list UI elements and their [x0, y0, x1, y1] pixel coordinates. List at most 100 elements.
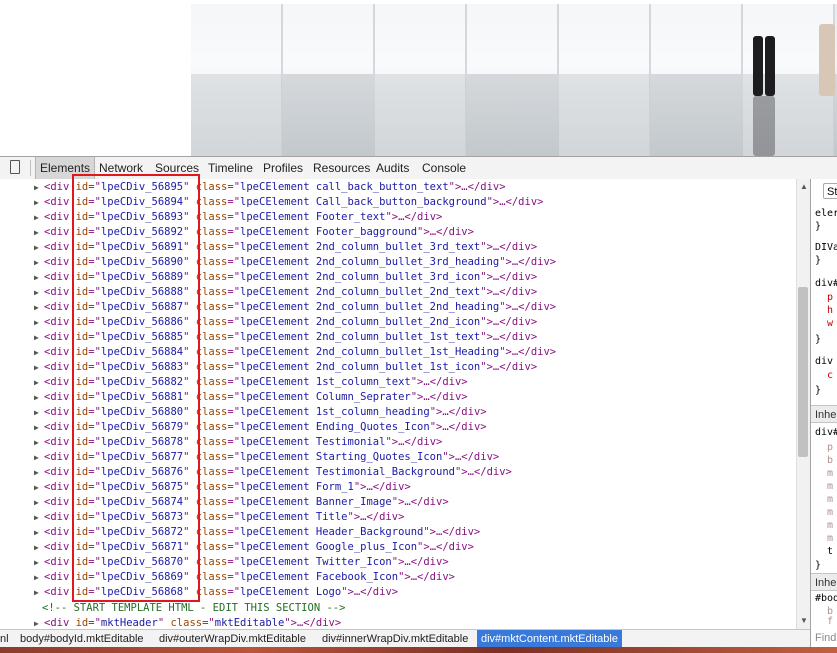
style-line: eler	[815, 208, 837, 219]
hero-person	[819, 24, 835, 96]
tree-row-code: <div id="lpeCDiv_56884" class="lpeCEleme…	[44, 346, 557, 358]
tree-scrollbar-thumb[interactable]	[798, 287, 808, 457]
expand-triangle-icon[interactable]: ▶	[34, 210, 39, 225]
element-class: lpeCElement 2nd_column_bullet_1st_text	[240, 331, 481, 343]
expand-triangle-icon[interactable]: ▶	[34, 375, 39, 390]
expand-triangle-icon[interactable]: ▶	[34, 585, 39, 600]
desktop-taskbar	[0, 647, 837, 653]
element-id: lpeCDiv_56884	[100, 346, 184, 358]
expand-triangle-icon[interactable]: ▶	[34, 255, 39, 270]
element-class: lpeCElement 2nd_column_bullet_3rd_headin…	[240, 256, 500, 268]
mktheader-id: mktHeader	[100, 617, 158, 629]
tree-row-code: <div id="lpeCDiv_56881" class="lpeCEleme…	[44, 391, 468, 403]
style-line: }	[815, 334, 822, 345]
expand-triangle-icon[interactable]: ▶	[34, 270, 39, 285]
styles-tab[interactable]: St	[823, 183, 837, 199]
expand-triangle-icon[interactable]: ▶	[34, 435, 39, 450]
expand-triangle-icon[interactable]: ▶	[34, 240, 39, 255]
element-class: lpeCElement 1st_column_heading	[240, 406, 430, 418]
expand-triangle-icon[interactable]: ▶	[34, 540, 39, 555]
breadcrumb-item[interactable]: div#outerWrapDiv.mktEditable	[155, 630, 310, 648]
style-line: p	[827, 292, 834, 303]
expand-triangle-icon[interactable]: ▶	[34, 315, 39, 330]
expand-triangle-icon[interactable]: ▶	[34, 285, 39, 300]
element-id: lpeCDiv_56868	[100, 586, 184, 598]
element-id: lpeCDiv_56891	[100, 241, 184, 253]
element-class: lpeCElement Logo	[240, 586, 342, 598]
expand-triangle-icon[interactable]: ▶	[34, 525, 39, 540]
tab-sources[interactable]: Sources	[151, 157, 203, 179]
expand-triangle-icon[interactable]: ▶	[34, 420, 39, 435]
tab-elements[interactable]: Elements	[35, 157, 96, 179]
elements-tree[interactable]: ▶ <div id="lpeCDiv_56895" class="lpeCElem…	[0, 179, 810, 629]
expand-triangle-icon[interactable]: ▶	[34, 405, 39, 420]
expand-triangle-icon[interactable]: ▶	[34, 555, 39, 570]
expand-triangle-icon[interactable]: ▶	[34, 616, 39, 629]
element-class: lpeCElement Starting_Quotes_Icon	[240, 451, 443, 463]
element-id: lpeCDiv_56889	[100, 271, 184, 283]
expand-triangle-icon[interactable]: ▶	[34, 225, 39, 240]
element-class: lpeCElement 2nd_column_bullet_1st_Headin…	[240, 346, 500, 358]
expand-triangle-icon[interactable]: ▶	[34, 180, 39, 195]
style-line: m	[827, 507, 834, 518]
breadcrumb-item-active[interactable]: div#mktContent.mktEditable	[477, 630, 622, 648]
expand-triangle-icon[interactable]: ▶	[34, 345, 39, 360]
template-comment: <!-- START TEMPLATE HTML - EDIT THIS SEC…	[42, 602, 346, 614]
expand-triangle-icon[interactable]: ▶	[34, 480, 39, 495]
tab-network[interactable]: Network	[95, 157, 147, 179]
tab-audits[interactable]: Audits	[372, 157, 413, 179]
element-class: lpeCElement Form_1	[240, 481, 354, 493]
element-class: lpeCElement 2nd_column_bullet_3rd_icon	[240, 271, 481, 283]
hero-window	[651, 4, 743, 74]
breadcrumb-item[interactable]: body#bodyId.mktEditable	[16, 630, 148, 648]
expand-triangle-icon[interactable]: ▶	[34, 390, 39, 405]
hero-person-reflection	[753, 96, 775, 156]
element-id: lpeCDiv_56870	[100, 556, 184, 568]
hero-window	[283, 4, 375, 74]
expand-triangle-icon[interactable]: ▶	[34, 330, 39, 345]
style-line: DIVa	[815, 242, 837, 253]
hero-window	[559, 4, 651, 74]
element-class: lpeCElement 2nd_column_bullet_1st_icon	[240, 361, 481, 373]
expand-triangle-icon[interactable]: ▶	[34, 195, 39, 210]
breadcrumb-item[interactable]: nl	[0, 630, 13, 648]
element-id: lpeCDiv_56872	[100, 526, 184, 538]
element-id: lpeCDiv_56874	[100, 496, 184, 508]
tab-profiles[interactable]: Profiles	[259, 157, 307, 179]
find-input[interactable]: Find	[810, 629, 837, 647]
expand-triangle-icon[interactable]: ▶	[34, 360, 39, 375]
expand-triangle-icon[interactable]: ▶	[34, 300, 39, 315]
hero-floor	[191, 74, 837, 156]
element-class: lpeCElement Twitter_Icon	[240, 556, 392, 568]
expand-triangle-icon[interactable]: ▶	[34, 495, 39, 510]
element-id: lpeCDiv_56892	[100, 226, 184, 238]
tab-timeline[interactable]: Timeline	[204, 157, 257, 179]
scroll-up-arrow-icon[interactable]: ▲	[800, 182, 808, 191]
hero-window	[191, 4, 283, 74]
element-class: lpeCElement Column_Seprater	[240, 391, 411, 403]
expand-triangle-icon[interactable]: ▶	[34, 465, 39, 480]
banner-image	[191, 4, 837, 156]
expand-triangle-icon[interactable]: ▶	[34, 510, 39, 525]
hero-person	[753, 36, 763, 96]
tree-row-code: <div id="lpeCDiv_56873" class="lpeCEleme…	[44, 511, 405, 523]
tree-row-code: <div id="lpeCDiv_56875" class="lpeCEleme…	[44, 481, 411, 493]
hero-person	[765, 36, 775, 96]
hero-reflection	[559, 74, 650, 156]
breadcrumb-item[interactable]: div#innerWrapDiv.mktEditable	[318, 630, 472, 648]
style-line: c	[827, 370, 834, 381]
element-class: lpeCElement Testimonial_Background	[240, 466, 455, 478]
element-id: lpeCDiv_56871	[100, 541, 184, 553]
tab-resources[interactable]: Resources	[309, 157, 374, 179]
tree-row-code: <div id="lpeCDiv_56894" class="lpeCEleme…	[44, 196, 544, 208]
scroll-down-arrow-icon[interactable]: ▼	[800, 616, 808, 625]
style-line: m	[827, 494, 834, 505]
expand-triangle-icon[interactable]: ▶	[34, 450, 39, 465]
expand-triangle-icon[interactable]: ▶	[34, 570, 39, 585]
page-viewport	[0, 0, 837, 156]
device-mode-icon[interactable]	[10, 160, 20, 174]
element-class: lpeCElement call_back_button_text	[240, 181, 449, 193]
element-id: lpeCDiv_56882	[100, 376, 184, 388]
tab-console[interactable]: Console	[418, 157, 470, 179]
element-class: lpeCElement Call_back_button_background	[240, 196, 487, 208]
